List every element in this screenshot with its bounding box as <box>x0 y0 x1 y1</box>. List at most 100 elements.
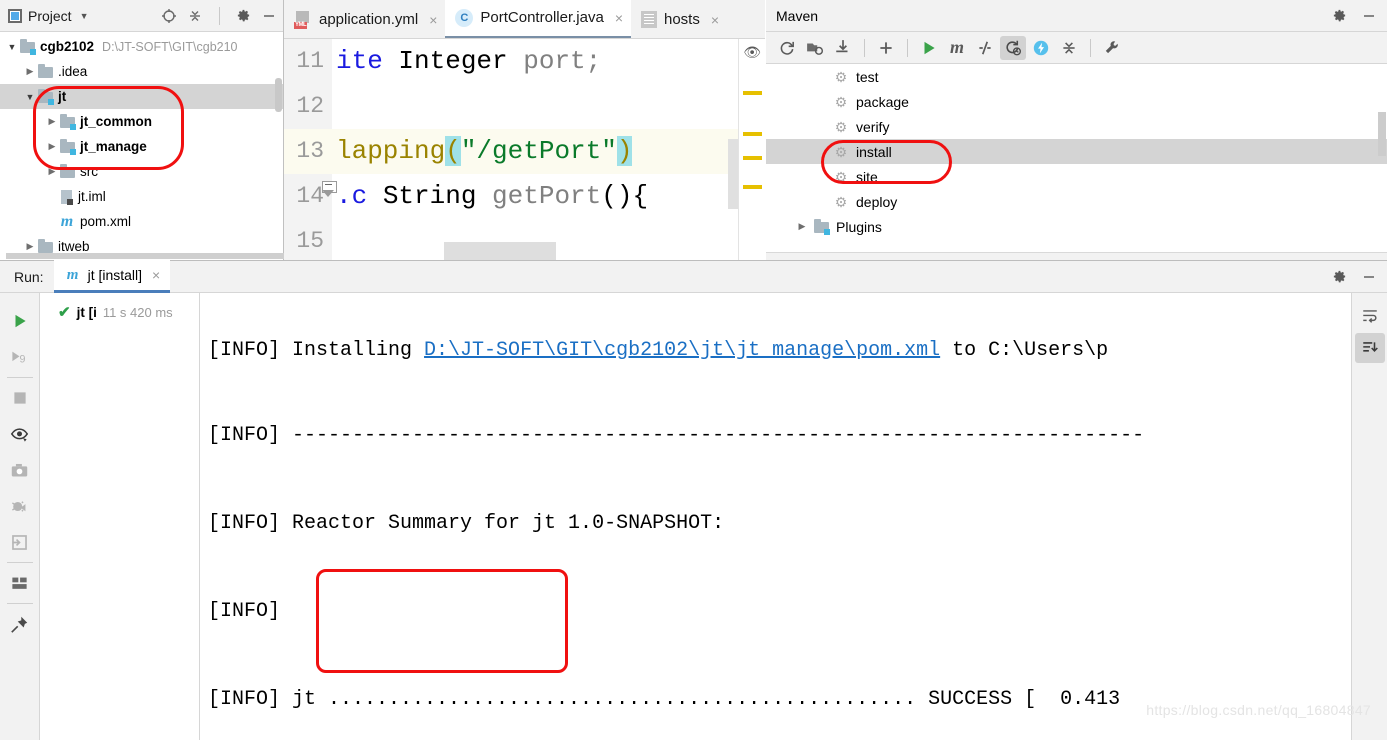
import-tests-icon[interactable] <box>2 524 38 560</box>
code-lines[interactable]: ite Integer port; lapping("/getPort") .c… <box>332 39 765 260</box>
chevron-right-icon[interactable]: ▶ <box>44 141 60 152</box>
chevron-down-icon[interactable]: ▼ <box>22 92 38 102</box>
tree-node-label: cgb2102 <box>40 39 95 54</box>
tree-node-idea[interactable]: ▶ .idea <box>0 59 283 84</box>
rerun-failed-tests-icon[interactable]: 9 <box>2 339 38 375</box>
tree-node-jt-iml[interactable]: jt.iml <box>0 184 283 209</box>
gear-icon[interactable] <box>1332 8 1347 23</box>
maven-goals-tree[interactable]: ⚙ test ⚙ package ⚙ verify ⚙ install ⚙ si… <box>766 64 1387 258</box>
run-left-toolbar[interactable]: 9 <box>0 293 40 740</box>
editor-tab-application-yml[interactable]: YML application.yml × <box>284 1 445 38</box>
collapse-all-icon[interactable] <box>1056 36 1082 60</box>
debug-process-icon[interactable] <box>2 488 38 524</box>
module-folder-icon <box>60 138 76 155</box>
locate-icon[interactable] <box>161 8 177 24</box>
maven-goal-verify[interactable]: ⚙ verify <box>766 114 1387 139</box>
rerun-icon[interactable] <box>2 303 38 339</box>
layout-icon[interactable] <box>2 565 38 601</box>
tree-node-label: .idea <box>58 64 88 79</box>
execute-maven-goal-icon[interactable]: m <box>944 36 970 60</box>
chevron-right-icon[interactable]: ▶ <box>22 66 38 77</box>
toggle-offline-mode-icon[interactable] <box>1000 35 1026 60</box>
maven-tree-vertical-scrollbar[interactable] <box>1378 112 1386 156</box>
chevron-right-icon[interactable]: ▶ <box>794 221 810 232</box>
add-maven-project-icon[interactable] <box>873 36 899 60</box>
minimize-icon[interactable] <box>261 8 277 24</box>
gear-icon[interactable] <box>236 8 251 23</box>
editor-tab-label: application.yml <box>319 11 419 28</box>
tree-node-jt-common[interactable]: ▶ jt_common <box>0 109 283 134</box>
minimize-icon[interactable] <box>1361 8 1377 24</box>
download-sources-icon[interactable] <box>830 36 856 60</box>
maven-goal-label: deploy <box>856 193 898 210</box>
editor-tab-hosts[interactable]: hosts × <box>631 1 727 38</box>
run-console[interactable]: [INFO] Installing D:\JT-SOFT\GIT\cgb2102… <box>200 293 1387 740</box>
chevron-down-icon[interactable]: ▼ <box>80 11 89 21</box>
maven-settings-icon[interactable] <box>1099 36 1125 60</box>
maven-node-plugins[interactable]: ▶ Plugins <box>766 214 1387 239</box>
run-panel-header: Run: m jt [install] × <box>0 260 1387 293</box>
show-dependencies-icon[interactable] <box>1028 36 1054 60</box>
eye-icon[interactable]: 👁 <box>743 45 761 62</box>
code-editor[interactable]: 11 12 13 14 15 ite Integer port; lapping… <box>284 39 765 260</box>
scroll-to-end-icon[interactable] <box>1354 333 1385 363</box>
toggle-skip-tests-icon[interactable] <box>972 36 998 60</box>
chevron-down-icon[interactable]: ▼ <box>4 42 20 52</box>
project-tree[interactable]: ▼ cgb2102 D:\JT-SOFT\GIT\cgb210 ▶ .idea … <box>0 32 283 259</box>
code-fold-icon[interactable] <box>322 181 337 197</box>
svg-text:9: 9 <box>20 353 26 365</box>
minimize-icon[interactable] <box>1361 269 1377 285</box>
console-link[interactable]: D:\JT-SOFT\GIT\cgb2102\jt\jt_manage\pom.… <box>424 339 940 362</box>
editor-gutter[interactable]: 11 12 13 14 15 <box>284 39 332 260</box>
run-result-row[interactable]: ✔ jt [i 11 s 420 ms <box>40 299 199 325</box>
editor-vertical-scrollbar[interactable] <box>728 139 738 209</box>
tree-node-label: itweb <box>58 239 90 254</box>
run-tab-jt-install[interactable]: m jt [install] × <box>53 260 171 293</box>
stop-icon[interactable] <box>2 380 38 416</box>
chevron-right-icon[interactable]: ▶ <box>44 166 60 177</box>
tree-node-pom-xml[interactable]: m pom.xml <box>0 209 283 234</box>
collapse-all-icon[interactable] <box>187 8 203 24</box>
reload-all-maven-projects-icon[interactable] <box>774 36 800 60</box>
tree-node-jt[interactable]: ▼ jt <box>0 84 283 109</box>
divider <box>6 377 33 378</box>
warning-marker[interactable] <box>743 156 762 160</box>
maven-goal-install[interactable]: ⚙ install <box>766 139 1387 164</box>
gear-icon[interactable] <box>1332 269 1347 284</box>
editor-marker-bar[interactable]: 👁 <box>738 39 765 260</box>
warning-marker[interactable] <box>743 185 762 189</box>
chevron-right-icon[interactable]: ▶ <box>44 116 60 127</box>
maven-goal-test[interactable]: ⚙ test <box>766 64 1387 89</box>
editor-popup-placeholder <box>444 242 556 260</box>
maven-goal-site[interactable]: ⚙ site <box>766 164 1387 189</box>
tree-node-cgb2102[interactable]: ▼ cgb2102 D:\JT-SOFT\GIT\cgb210 <box>0 34 283 59</box>
idea-window: Project ▼ ▼ cgb2102 D:\JT-SOFT\GIT\cgb21… <box>0 0 1387 740</box>
close-icon[interactable]: × <box>615 10 623 26</box>
export-snapshot-icon[interactable] <box>2 452 38 488</box>
tree-node-jt-manage[interactable]: ▶ jt_manage <box>0 134 283 159</box>
maven-toolbar[interactable]: m <box>766 32 1387 64</box>
line-number: 13 <box>284 129 332 174</box>
warning-marker[interactable] <box>743 91 762 95</box>
chevron-right-icon[interactable]: ▶ <box>22 241 38 252</box>
maven-goal-icon: ⚙ <box>834 68 848 85</box>
close-icon[interactable]: × <box>152 267 160 283</box>
run-panel-label: Run: <box>14 268 44 285</box>
project-tree-vertical-scrollbar[interactable] <box>275 78 282 112</box>
close-icon[interactable]: × <box>711 12 719 28</box>
generate-sources-icon[interactable] <box>802 36 828 60</box>
pin-tab-icon[interactable] <box>2 606 38 642</box>
warning-marker[interactable] <box>743 132 762 136</box>
run-maven-build-icon[interactable] <box>916 36 942 60</box>
maven-goal-package[interactable]: ⚙ package <box>766 89 1387 114</box>
close-icon[interactable]: × <box>429 12 437 28</box>
editor-tab-portcontroller-java[interactable]: C PortController.java × <box>445 0 631 38</box>
tree-node-src[interactable]: ▶ src <box>0 159 283 184</box>
soft-wrap-icon[interactable] <box>1355 301 1385 331</box>
run-result-label: jt [i <box>76 304 97 320</box>
run-right-toolbar[interactable] <box>1351 293 1387 740</box>
run-results-tree[interactable]: ✔ jt [i 11 s 420 ms <box>40 293 200 740</box>
project-tool-window: Project ▼ ▼ cgb2102 D:\JT-SOFT\GIT\cgb21… <box>0 0 706 260</box>
maven-goal-deploy[interactable]: ⚙ deploy <box>766 189 1387 214</box>
toggle-visibility-icon[interactable] <box>2 416 38 452</box>
